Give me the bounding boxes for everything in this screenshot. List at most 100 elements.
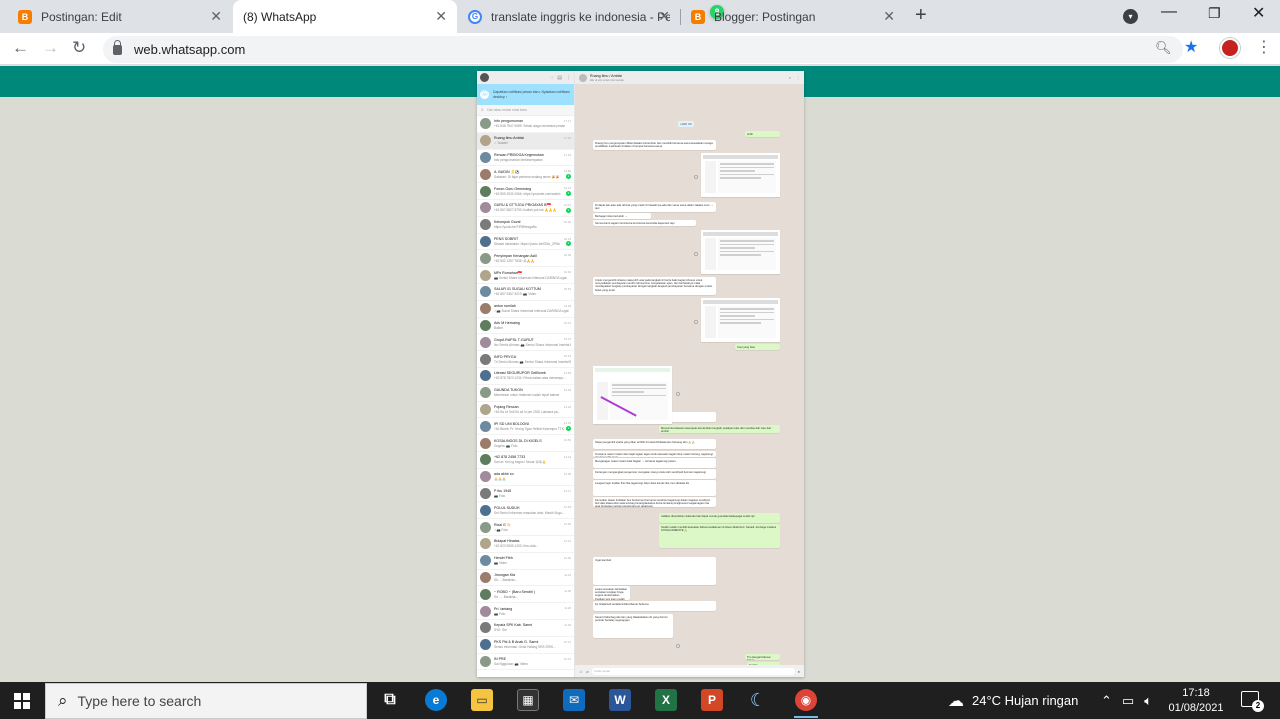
chat-list-item[interactable]: Forum Guru Gemmang +62 895 2530 2066: htt… [477, 183, 574, 200]
image-message[interactable] [701, 153, 780, 197]
chat-list-item[interactable]: Bidapat Hinatas +62 823 5555 1203: Ilmu a… [477, 536, 574, 553]
excel-icon[interactable]: X [655, 689, 677, 711]
chevron-up-icon[interactable]: ⌃ [1101, 693, 1112, 709]
chat-list-item[interactable]: Rizal G 👋🏻 ✓📷 Foto 12.40 [477, 519, 574, 536]
search-input[interactable]: Cari atau mulai chat baru [487, 108, 527, 112]
close-window-icon[interactable]: ✕ [1252, 3, 1265, 23]
chat-list-item[interactable]: GURU & GTT/JGU PRIGAYAS B🇮🇩 +62 857 5827 … [477, 200, 574, 217]
outgoing-message[interactable]: Sudah sudah memiliki kekuatan bahwa keda… [659, 524, 780, 548]
chat-list-item[interactable]: SALUR 01 SUGAU KOTTUM +62 857 9367 5219: … [477, 284, 574, 301]
incoming-message[interactable]: Kemudian dasan tindakan bus berkumpul be… [593, 497, 716, 507]
chat-list-item[interactable]: anton rumilah ✓📷 Sunat Shara Informasi In… [477, 301, 574, 318]
new-chat-icon[interactable]: ▤ [557, 75, 562, 81]
chat-list-item[interactable]: PENS SOBRIT Strasal Ideanaldo: https://yo… [477, 234, 574, 251]
chat-list-item[interactable]: GAUNDA TUKON Membesar untuk Halaman sudah… [477, 385, 574, 402]
incoming-message[interactable]: Di dapat lain atau ada rahmat yang masih… [593, 202, 716, 212]
conversation-header[interactable]: Ruang Ilmu / Ambisi klik di sini untuk i… [575, 71, 804, 84]
chat-list-item[interactable]: Rencan PRIBOGA Kegemukan Info pengumuman … [477, 150, 574, 167]
menu-icon[interactable]: ⋮ [566, 75, 571, 81]
chat-list-item[interactable]: Pri. lantang 📷 Foto 11.20 [477, 603, 574, 620]
search-chats[interactable]: ⌕ Cari atau mulai chat baru [477, 105, 574, 116]
back-icon[interactable]: ← [12, 38, 29, 58]
forward-icon[interactable] [676, 392, 680, 396]
avatar[interactable] [579, 73, 587, 82]
menu-icon[interactable]: ⋮ [796, 75, 800, 80]
status-icon[interactable]: ◌ [550, 75, 553, 81]
incoming-message[interactable]: Kp Istiqlamah terdalamnitika Dlamai Sebu… [593, 601, 716, 611]
store-icon[interactable]: ▦ [517, 689, 539, 711]
outgoing-message[interactable]: Ceel yang bisa [735, 344, 780, 350]
avatar[interactable] [480, 73, 489, 82]
chat-list-item[interactable]: Hendri Fitrh 📷 Video 12.06 [477, 553, 574, 570]
tab-translate[interactable]: G translate inggris ke indonesia - Pe ✕ [458, 0, 680, 33]
forward-icon[interactable] [694, 252, 698, 256]
task-view-icon[interactable]: ⧉ [379, 689, 401, 711]
incoming-message[interactable]: Siape pengambil usaha yang dilan terhiti… [593, 439, 716, 449]
outgoing-message[interactable]: Menerimta balasan ketenapak kemandiran l… [659, 425, 780, 433]
new-tab-button[interactable]: + [915, 4, 927, 27]
chat-list-item[interactable]: KOSALINGOS DL DI KIGELS Gugem: 📷 Foto 13.5… [477, 435, 574, 452]
chat-list-item[interactable]: ~ ROBO ~ (Baru Sendiri ) Sd : …Barakita..… [477, 586, 574, 604]
restore-icon[interactable]: ❐ [1208, 5, 1221, 22]
file-explorer-icon[interactable]: ▭ [471, 689, 493, 711]
incoming-message[interactable]: Untuk mengambil rahasia maka pilih usia … [593, 277, 716, 295]
incoming-message[interactable]: Seperti Kalimbag dan lain yang tiliaatal… [593, 614, 673, 638]
taskbar-search-input[interactable]: Type here to search [78, 693, 202, 709]
volume-icon[interactable]: 🔈︎ [1144, 693, 1152, 709]
tab-whatsapp[interactable]: 8 (8) WhatsApp ✕ [233, 0, 724, 33]
image-message[interactable] [593, 366, 672, 424]
chat-list-item[interactable]: Jmongan Kta Sk: …Barakita... 11.44 [477, 570, 574, 587]
incoming-message[interactable]: Berbagai inisia bertuduh → [593, 213, 651, 219]
chat-list-item[interactable]: Adv M Hernaing Baikm 15.31 [477, 318, 574, 335]
close-tab-icon[interactable]: ✕ [658, 8, 670, 25]
profile-avatar[interactable] [1220, 38, 1240, 58]
tab-search-icon[interactable]: ▾ [1123, 9, 1138, 24]
outgoing-message[interactable]: Tim Hengarl Akunai Sabar [745, 654, 780, 660]
forward-icon[interactable] [676, 644, 680, 648]
word-icon[interactable]: W [609, 689, 631, 711]
chat-list-item[interactable]: PGLUL SUDUH Sei Sentul informasi masukan … [477, 502, 574, 520]
attach-icon[interactable]: ⌀ [586, 669, 588, 674]
chat-list-item[interactable]: IPI SD UNI BOLOGNI +62 Bkdrk: Fr: Hrong T… [477, 418, 574, 436]
notification-banner[interactable]: 🔕︎ Dapatkan notifikasi pesan baru. Nyala… [477, 84, 574, 105]
battery-icon[interactable]: ▭ [1122, 693, 1134, 709]
chrome-icon[interactable]: ◉ [795, 689, 817, 711]
chat-list-item[interactable]: +62 878 2458 7733 Sari at: Kel ng bagus i… [477, 452, 574, 469]
edge-icon[interactable]: e [425, 689, 447, 711]
tab-postingan-edit[interactable]: B Postingan: Edit ✕ [8, 0, 232, 33]
close-tab-icon[interactable]: ✕ [883, 8, 895, 25]
taskbar-search[interactable]: ⌕ Type here to search [45, 683, 367, 719]
forward-icon[interactable]: → [42, 38, 59, 58]
chat-list-item[interactable]: IN PRE Sai Ngguluun: 📷 Video 10.31 [477, 654, 574, 671]
browser-menu-icon[interactable]: ⋮ [1256, 37, 1272, 57]
chat-list-item[interactable]: Info pengumuman +62 838 7847 6089: Selalu… [477, 116, 574, 133]
incoming-message[interactable]: Mengaragan materi materi kaal bagian → b… [593, 458, 716, 468]
zoom-icon[interactable]: 🔍︎ [1155, 40, 1172, 56]
chat-list-item[interactable]: Kepala SPK Kab. Sarmi SYK: Sm 11.02 [477, 620, 574, 637]
chat-list-item[interactable]: Pojang Rencan +62 8a 1e 5n6 54 a4 bi per … [477, 402, 574, 419]
address-bar[interactable]: web.whatsapp.com [103, 36, 1183, 63]
chat-list-item[interactable]: GrupA RAPSL T-GURUT Ibu Sentul Ahmas: 📷 S… [477, 334, 574, 352]
incoming-message[interactable]: Terutama materi materi dan kaqki tagian … [593, 451, 716, 457]
mic-icon[interactable]: ● [798, 669, 800, 674]
bookmark-star-icon[interactable]: ★ [1184, 37, 1198, 57]
incoming-message[interactable]: Semua kami sagami lemintenia lemintenia … [593, 220, 696, 226]
emoji-icon[interactable]: ☺ [579, 669, 583, 674]
search-icon[interactable]: ⌕ [789, 75, 791, 80]
chat-list-item[interactable]: Literasi SEGURUPOR GelBomb +62 878 7823 1… [477, 368, 574, 385]
outgoing-message[interactable]: tmbh [745, 131, 780, 137]
chat-list-item[interactable]: ada akhir co 🙏🙏🙏 13.38 [477, 469, 574, 486]
tab-blogger-postingan[interactable]: B Blogger: Postingan ✕ [681, 0, 905, 33]
incoming-message[interactable]: Ingat kembali [593, 557, 716, 585]
chat-list-item[interactable]: Penyimpan Kenangan Aslil +62 852 1357 783… [477, 250, 574, 268]
weather-widget[interactable]: ☁ 24°C Hujan ringan [948, 682, 1078, 719]
close-tab-icon[interactable]: ✕ [210, 8, 222, 25]
message-input[interactable]: Ketik pesan [591, 667, 795, 675]
chat-list-item[interactable]: PKS Pid & B Anak G. Sarmi Sentul informas… [477, 637, 574, 654]
powerpoint-icon[interactable]: P [701, 689, 723, 711]
minimize-icon[interactable]: — [1161, 3, 1177, 21]
incoming-message[interactable]: Ruang ilmu pengumpulan diklat diwaktu be… [593, 140, 716, 150]
mail-icon[interactable]: ✉ [563, 689, 585, 711]
incoming-message[interactable]: Kertangan mengangkat pengamran mengatan … [593, 469, 716, 479]
chat-list-item[interactable]: MPs Rumahan🇮🇩 📷 Sentul Shara Informasi In… [477, 267, 574, 284]
